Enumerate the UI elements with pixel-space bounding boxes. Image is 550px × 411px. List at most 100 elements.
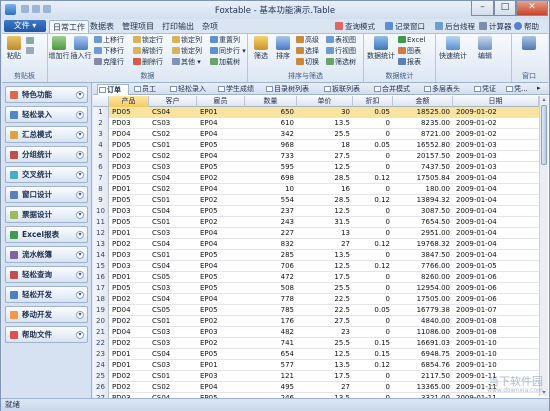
table-row[interactable]: 3 PD04 CS02 EP04 342 25.5 0 8721.00 2009-01-02 bbox=[93, 129, 539, 140]
table-cell[interactable]: 2009-01-08 bbox=[453, 327, 539, 338]
background-thread-button[interactable]: 后台线程 bbox=[435, 21, 475, 32]
clone-row-button[interactable]: 克隆行 bbox=[94, 58, 124, 67]
table-cell[interactable]: PD02 bbox=[109, 239, 149, 250]
table-cell[interactable]: 2009-01-04 bbox=[453, 184, 539, 195]
table-row[interactable]: 17 PD05 CS03 EP05 508 25.5 0 12954.00 2009-01-06 bbox=[93, 283, 539, 294]
table-cell[interactable]: 17.5 bbox=[297, 371, 353, 382]
table-cell[interactable]: 2117.50 bbox=[393, 371, 453, 382]
help-button[interactable]: 帮助 bbox=[514, 21, 539, 32]
table-cell[interactable]: 10 bbox=[245, 184, 297, 195]
column-header[interactable]: 数量 bbox=[245, 96, 297, 107]
table-cell[interactable]: 6854.76 bbox=[393, 360, 453, 371]
minimize-button[interactable]: – bbox=[471, 1, 494, 16]
table-cell[interactable]: 482 bbox=[245, 327, 297, 338]
table-cell[interactable]: EP05 bbox=[197, 349, 245, 360]
tab-easy-input[interactable]: 轻松录入 bbox=[169, 84, 215, 95]
table-cell[interactable]: EP05 bbox=[197, 206, 245, 217]
add-row-button[interactable]: 增加行 bbox=[48, 36, 70, 61]
table-cell[interactable]: 2009-01-07 bbox=[453, 305, 539, 316]
table-cell[interactable]: 0 bbox=[353, 250, 393, 261]
table-cell[interactable]: 2009-01-06 bbox=[453, 283, 539, 294]
sidebar-item-feature[interactable]: 特色功能 ▾ bbox=[5, 86, 88, 103]
table-row[interactable]: 15 PD03 CS04 EP04 706 12.5 0.12 7766.00 2009-01-… bbox=[93, 261, 539, 272]
table-cell[interactable]: 2009-01-02 bbox=[453, 129, 539, 140]
table-cell[interactable]: EP02 bbox=[197, 316, 245, 327]
table-cell[interactable]: CS02 bbox=[149, 129, 197, 140]
table-cell[interactable]: 27.5 bbox=[297, 316, 353, 327]
table-cell[interactable]: PD05 bbox=[109, 217, 149, 228]
table-view-button[interactable]: 表视图 bbox=[326, 36, 356, 45]
table-cell[interactable]: 0 bbox=[353, 162, 393, 173]
table-cell[interactable]: CS04 bbox=[149, 173, 197, 184]
table-cell[interactable]: EP04 bbox=[197, 118, 245, 129]
table-cell[interactable]: PD02 bbox=[109, 151, 149, 162]
table-cell[interactable]: 785 bbox=[245, 305, 297, 316]
table-row[interactable]: 5 PD02 CS02 EP04 733 27.5 0 20157.50 2009-01-03 bbox=[93, 151, 539, 162]
tab-merge-mode[interactable]: 合并模式 bbox=[373, 84, 421, 95]
table-cell[interactable]: 8260.00 bbox=[393, 272, 453, 283]
table-cell[interactable]: 12.5 bbox=[297, 261, 353, 272]
table-cell[interactable]: 12.5 bbox=[297, 349, 353, 360]
table-cell[interactable]: 2009-01-04 bbox=[453, 239, 539, 250]
column-header[interactable]: 产品 bbox=[109, 96, 149, 107]
table-cell[interactable]: 0.05 bbox=[353, 107, 393, 118]
edit-button[interactable]: 编辑 bbox=[472, 36, 498, 61]
table-cell[interactable]: EP05 bbox=[197, 272, 245, 283]
lock-row-button[interactable]: 锁定行 bbox=[133, 36, 163, 45]
vertical-scrollbar[interactable]: ▴ ▾ bbox=[539, 96, 548, 396]
table-cell[interactable]: PD03 bbox=[109, 206, 149, 217]
table-cell[interactable]: EP04 bbox=[197, 228, 245, 239]
table-cell[interactable]: 13.5 bbox=[297, 360, 353, 371]
report-button[interactable]: 报表 bbox=[398, 58, 421, 67]
table-cell[interactable]: 4840.00 bbox=[393, 316, 453, 327]
table-row[interactable]: 9 PD05 CS01 EP02 554 28.5 0.12 13894.32 2009-01-… bbox=[93, 195, 539, 206]
column-header[interactable]: 日期 bbox=[453, 96, 539, 107]
table-row[interactable]: 21 PD04 CS03 EP03 482 23 0 11086.00 2009-01-08 bbox=[93, 327, 539, 338]
advanced-button[interactable]: 高级 bbox=[296, 36, 319, 45]
filter-tree-button[interactable]: 筛选树 bbox=[326, 58, 356, 67]
table-row[interactable]: 13 PD02 CS04 EP04 832 27 0.12 19768.32 2009-01-0… bbox=[93, 239, 539, 250]
sidebar-item-easy-query[interactable]: 轻松查询 ▾ bbox=[5, 266, 88, 283]
table-cell[interactable]: PD05 bbox=[109, 140, 149, 151]
table-cell[interactable]: 0 bbox=[353, 151, 393, 162]
table-cell[interactable]: 2009-01-02 bbox=[453, 118, 539, 129]
table-cell[interactable]: 0.12 bbox=[353, 261, 393, 272]
table-row[interactable]: 23 PD01 CS04 EP05 654 12.5 0.15 6948.75 2009-01-… bbox=[93, 349, 539, 360]
table-row[interactable]: 8 PD01 CS02 EP04 10 16 0 180.00 2009-01-04 bbox=[93, 184, 539, 195]
table-row[interactable]: 25 PD02 CS01 EP03 121 17.5 0 2117.50 2009-01-11 bbox=[93, 371, 539, 382]
table-cell[interactable]: EP02 bbox=[197, 173, 245, 184]
table-cell[interactable]: PD04 bbox=[109, 129, 149, 140]
table-cell[interactable]: 13.5 bbox=[297, 118, 353, 129]
lock-column-button[interactable]: 锁定列 bbox=[172, 36, 202, 45]
table-cell[interactable]: PD01 bbox=[109, 272, 149, 283]
table-cell[interactable]: 25.5 bbox=[297, 338, 353, 349]
table-cell[interactable]: 12.5 bbox=[297, 206, 353, 217]
table-cell[interactable]: 0 bbox=[353, 228, 393, 239]
tab-manage-project[interactable]: 管理项目 bbox=[119, 20, 157, 33]
table-cell[interactable]: EP04 bbox=[197, 261, 245, 272]
table-cell[interactable]: EP05 bbox=[197, 283, 245, 294]
table-cell[interactable]: CS04 bbox=[149, 107, 197, 118]
table-cell[interactable]: 17505.00 bbox=[393, 294, 453, 305]
table-cell[interactable]: 2009-01-04 bbox=[453, 250, 539, 261]
table-cell[interactable]: 180.00 bbox=[393, 184, 453, 195]
table-cell[interactable]: 27 bbox=[297, 382, 353, 393]
grid-corner[interactable] bbox=[93, 96, 109, 107]
table-cell[interactable]: 968 bbox=[245, 140, 297, 151]
delete-row-button[interactable]: 删除行 bbox=[133, 58, 163, 67]
table-cell[interactable]: EP04 bbox=[197, 184, 245, 195]
table-cell[interactable]: 18 bbox=[297, 140, 353, 151]
table-cell[interactable]: EP02 bbox=[197, 338, 245, 349]
table-cell[interactable]: 706 bbox=[245, 261, 297, 272]
tab-linked-list[interactable]: 扳联列表 bbox=[323, 84, 371, 95]
table-cell[interactable]: 2009-01-06 bbox=[453, 272, 539, 283]
table-cell[interactable]: 176 bbox=[245, 316, 297, 327]
sidebar-item-ledger[interactable]: 流水帐簿 ▾ bbox=[5, 246, 88, 263]
table-cell[interactable]: EP02 bbox=[197, 217, 245, 228]
table-cell[interactable]: 13365.00 bbox=[393, 382, 453, 393]
table-cell[interactable]: CS02 bbox=[149, 382, 197, 393]
data-stats-button[interactable]: 数据统计 bbox=[366, 36, 396, 61]
table-cell[interactable]: 0.15 bbox=[353, 338, 393, 349]
table-cell[interactable]: 8721.00 bbox=[393, 129, 453, 140]
table-row[interactable]: 22 PD02 CS03 EP02 741 25.5 0.15 16691.03 2009-01… bbox=[93, 338, 539, 349]
